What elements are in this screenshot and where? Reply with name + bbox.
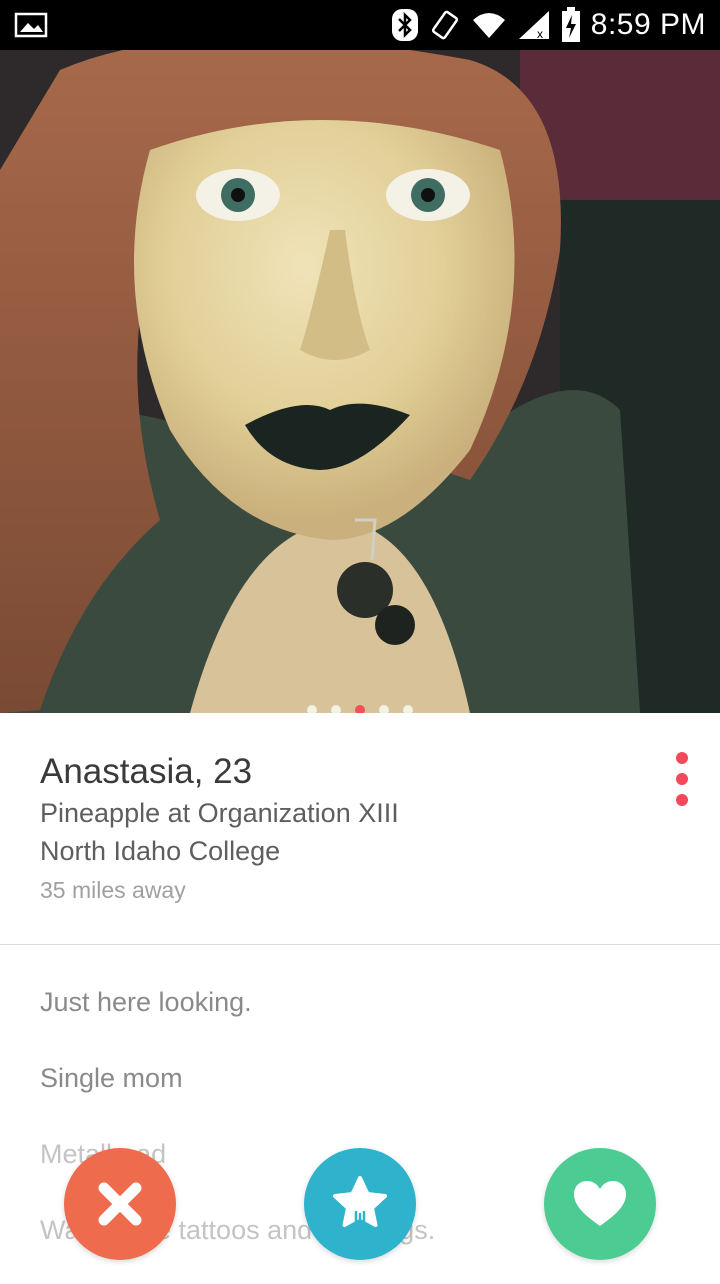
like-button[interactable] (544, 1148, 656, 1260)
bio-line: Single mom (40, 1063, 183, 1093)
close-x-icon (98, 1182, 142, 1226)
clock-time: 8:59 PM (590, 8, 706, 41)
wifi-icon (471, 10, 507, 40)
profile-job: Pineapple at Organization XIII (40, 798, 399, 828)
indicator-dot[interactable] (403, 705, 413, 713)
indicator-dot[interactable] (331, 705, 341, 713)
divider (0, 944, 720, 945)
signal-icon: x (517, 9, 551, 41)
bio-line: Just here looking. (40, 987, 252, 1017)
indicator-dot[interactable] (379, 705, 389, 713)
profile-name-age: Anastasia, 23 (40, 752, 253, 791)
profile-distance: 35 miles away (40, 877, 186, 903)
more-dot-icon (676, 752, 688, 764)
svg-text:x: x (537, 27, 543, 41)
more-dot-icon (676, 794, 688, 806)
vibrate-icon (429, 8, 461, 42)
more-dot-icon (676, 773, 688, 785)
nope-button[interactable] (64, 1148, 176, 1260)
super-like-button[interactable] (304, 1148, 416, 1260)
profile-info: Anastasia, 23 Pineapple at Organization … (40, 750, 640, 908)
star-icon (333, 1176, 387, 1228)
photo-page-indicator (0, 705, 720, 713)
image-notification-icon (14, 12, 48, 43)
indicator-dot[interactable] (307, 705, 317, 713)
portrait-image (0, 50, 720, 713)
profile-school: North Idaho College (40, 836, 281, 866)
indicator-dot-active[interactable] (355, 705, 365, 713)
heart-icon (574, 1181, 626, 1226)
status-bar: x 8:59 PM (0, 0, 720, 50)
battery-charging-icon (561, 7, 581, 43)
profile-photo[interactable] (0, 50, 720, 713)
bluetooth-icon (391, 8, 419, 42)
more-options-button[interactable] (672, 752, 692, 806)
